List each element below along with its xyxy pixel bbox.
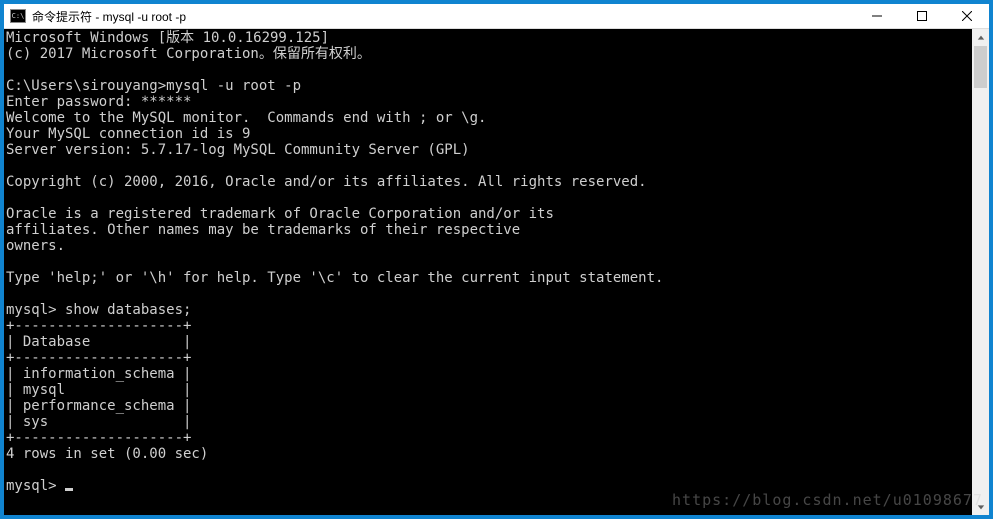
scroll-down-button[interactable] [972, 498, 989, 515]
terminal-container: Microsoft Windows [版本 10.0.16299.125] (c… [4, 29, 989, 515]
scroll-up-button[interactable] [972, 29, 989, 46]
maximize-button[interactable] [899, 4, 944, 28]
close-button[interactable] [944, 4, 989, 28]
window-icon: C:\ [10, 9, 26, 23]
cursor [65, 488, 73, 491]
scrollbar[interactable] [972, 29, 989, 515]
cmd-window: C:\ 命令提示符 - mysql -u root -p Microsoft W… [4, 4, 989, 515]
terminal-output[interactable]: Microsoft Windows [版本 10.0.16299.125] (c… [4, 29, 972, 515]
scroll-track[interactable] [972, 46, 989, 498]
window-controls [854, 4, 989, 28]
minimize-button[interactable] [854, 4, 899, 28]
titlebar[interactable]: C:\ 命令提示符 - mysql -u root -p [4, 4, 989, 29]
window-title: 命令提示符 - mysql -u root -p [32, 8, 854, 25]
scroll-thumb[interactable] [974, 46, 987, 88]
